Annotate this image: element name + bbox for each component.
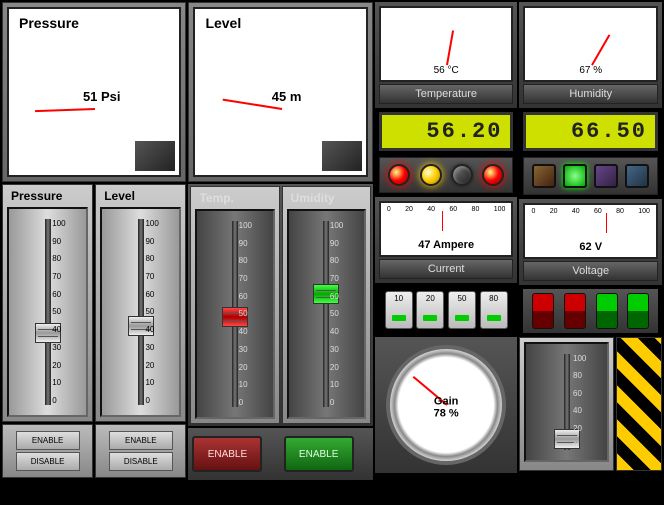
temperature-lcd: 56.20 bbox=[379, 112, 514, 151]
temp-slider[interactable]: 1009080706050403020100 bbox=[195, 209, 274, 419]
rocker-green-1[interactable] bbox=[596, 293, 618, 329]
pressure-gauge-title: Pressure bbox=[19, 15, 79, 31]
temperature-mini-value: 56 °C bbox=[434, 65, 459, 76]
gauge-corner-decoration bbox=[135, 141, 175, 171]
temperature-mini-gauge: 56 °C bbox=[379, 6, 514, 82]
switch-50[interactable]: 50 bbox=[448, 291, 476, 329]
umidity-enable-button[interactable]: ENABLE bbox=[284, 436, 354, 472]
voltage-label: Voltage bbox=[523, 261, 658, 281]
pressure-gauge: Pressure 51 Psi bbox=[7, 7, 181, 177]
level-button-panel: ENABLE DISABLE bbox=[95, 424, 186, 478]
current-meter: 020406080100 47 Ampere bbox=[379, 201, 514, 257]
temperature-label: Temperature bbox=[379, 84, 514, 104]
sq-led-green bbox=[563, 164, 587, 188]
led-red-2 bbox=[482, 164, 504, 186]
humidity-label: Humidity bbox=[523, 84, 658, 104]
switch-led-icon bbox=[423, 315, 437, 321]
sq-led-brown bbox=[532, 164, 556, 188]
level-gauge-title: Level bbox=[205, 15, 241, 31]
sq-led-purple bbox=[594, 164, 618, 188]
led-dark bbox=[451, 164, 473, 186]
level-disable-button[interactable]: DISABLE bbox=[109, 452, 173, 471]
voltage-meter-value: 62 V bbox=[579, 241, 602, 253]
right-slider-scale: 100806040200 bbox=[573, 354, 603, 450]
pressure-needle bbox=[35, 108, 95, 112]
pressure-gauge-value: 51 Psi bbox=[83, 89, 121, 104]
level-enable-button[interactable]: ENABLE bbox=[109, 431, 173, 450]
rocker-green-2[interactable] bbox=[627, 293, 649, 329]
humidity-mini-needle bbox=[591, 34, 610, 65]
status-led-row-2 bbox=[523, 157, 658, 195]
umidity-slider-panel: Umidity 1009080706050403020100 bbox=[282, 186, 371, 424]
level-slider-panel: Level 1009080706050403020100 bbox=[95, 184, 186, 422]
switch-20[interactable]: 20 bbox=[416, 291, 444, 329]
gain-round-gauge: Gain 78 % bbox=[386, 345, 506, 465]
pressure-slider-title: Pressure bbox=[7, 189, 88, 203]
switch-10[interactable]: 10 bbox=[385, 291, 413, 329]
hazard-stripe-panel bbox=[616, 337, 662, 471]
gain-center-label: Gain 78 % bbox=[434, 395, 459, 419]
level-slider-title: Level bbox=[100, 189, 181, 203]
current-label: Current bbox=[379, 259, 514, 279]
status-led-row-1 bbox=[379, 157, 514, 193]
pressure-disable-button[interactable]: DISABLE bbox=[16, 452, 80, 471]
gauge-corner-decoration bbox=[322, 141, 362, 171]
humidity-mini-gauge: 67 % bbox=[523, 6, 658, 82]
voltage-meter: 020406080100 62 V bbox=[523, 203, 658, 259]
temp-slider-title: Temp. bbox=[195, 191, 274, 205]
rocker-red-2[interactable] bbox=[564, 293, 586, 329]
switch-led-icon bbox=[455, 315, 469, 321]
pressure-slider[interactable]: 1009080706050403020100 bbox=[7, 207, 88, 417]
level-slider[interactable]: 1009080706050403020100 bbox=[100, 207, 181, 417]
pressure-button-panel: ENABLE DISABLE bbox=[2, 424, 93, 478]
voltage-meter-needle bbox=[606, 213, 607, 233]
level-gauge: Level 45 m bbox=[193, 7, 367, 177]
humidity-lcd: 66.50 bbox=[523, 112, 658, 151]
humidity-mini-value: 67 % bbox=[579, 65, 602, 76]
umidity-slider-title: Umidity bbox=[287, 191, 366, 205]
rocker-switch-row bbox=[523, 289, 658, 333]
current-meter-needle bbox=[442, 211, 443, 231]
temp-enable-button[interactable]: ENABLE bbox=[192, 436, 262, 472]
rocker-red-1[interactable] bbox=[532, 293, 554, 329]
umidity-slider[interactable]: 1009080706050403020100 bbox=[287, 209, 366, 419]
sq-led-blue bbox=[625, 164, 649, 188]
temp-slider-scale: 1009080706050403020100 bbox=[239, 221, 269, 407]
current-meter-value: 47 Ampere bbox=[418, 239, 474, 251]
pressure-slider-panel: Pressure 1009080706050403020100 bbox=[2, 184, 93, 422]
right-slider[interactable]: 100806040200 bbox=[524, 342, 609, 462]
switch-led-icon bbox=[392, 315, 406, 321]
temperature-mini-needle bbox=[446, 30, 454, 65]
led-yellow bbox=[420, 164, 442, 186]
switch-led-icon bbox=[487, 315, 501, 321]
pressure-slider-scale: 1009080706050403020100 bbox=[52, 219, 82, 405]
switch-80[interactable]: 80 bbox=[480, 291, 508, 329]
led-red-1 bbox=[388, 164, 410, 186]
level-slider-scale: 1009080706050403020100 bbox=[145, 219, 175, 405]
pressure-enable-button[interactable]: ENABLE bbox=[16, 431, 80, 450]
umidity-slider-scale: 1009080706050403020100 bbox=[330, 221, 360, 407]
level-gauge-value: 45 m bbox=[272, 89, 302, 104]
temp-slider-panel: Temp. 1009080706050403020100 bbox=[190, 186, 279, 424]
breaker-switch-row: 10 20 50 80 bbox=[379, 287, 514, 333]
